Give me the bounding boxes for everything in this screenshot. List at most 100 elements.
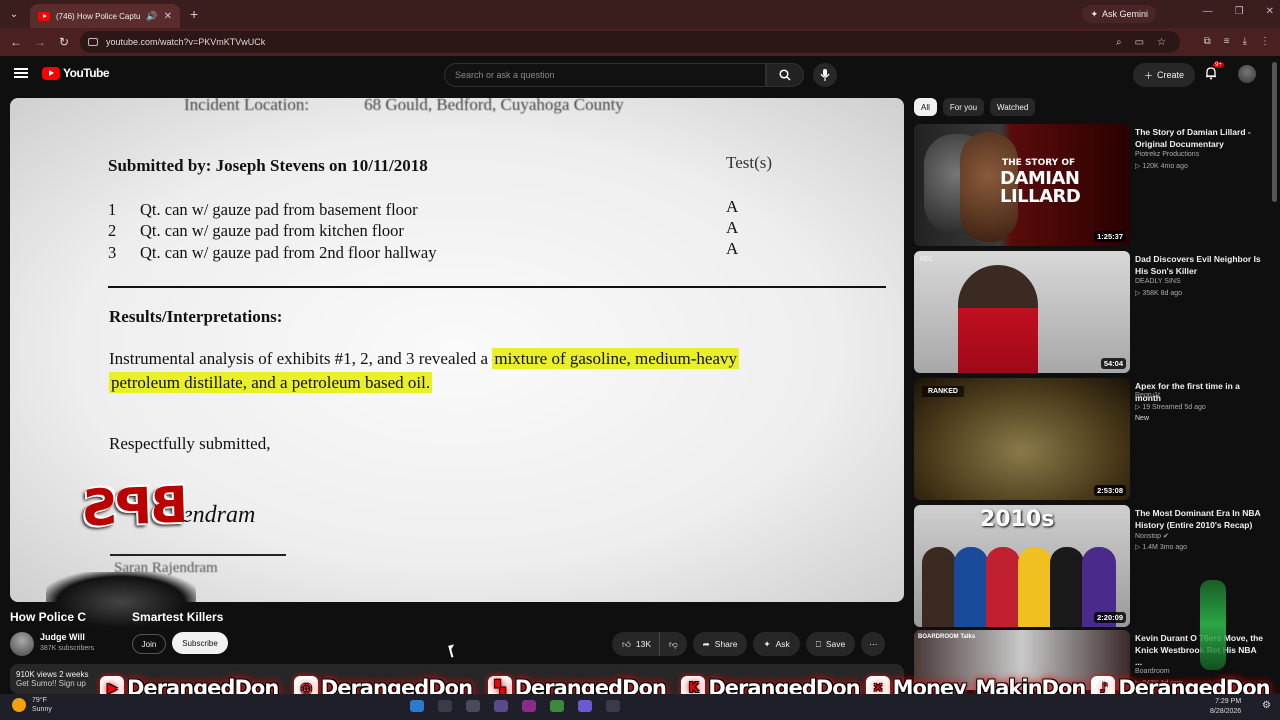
- recommended-channel[interactable]: Piotrekz Productions: [1135, 151, 1199, 158]
- new-tab-button[interactable]: +: [190, 6, 198, 22]
- chip-watched[interactable]: Watched: [990, 98, 1036, 116]
- cast-icon[interactable]: ▭: [1135, 37, 1144, 48]
- sidebar-scrollbar[interactable]: [1272, 62, 1277, 202]
- thumbs-up-icon: 👍︎: [622, 638, 631, 649]
- settings-gear-icon[interactable]: ⚙: [1262, 700, 1271, 711]
- doc-signature-line: [110, 554, 286, 556]
- doc-divider: [108, 286, 886, 288]
- recommended-meta: ▷ 120K 4mo ago: [1135, 163, 1188, 170]
- minimize-icon[interactable]: —: [1203, 6, 1213, 17]
- hamburger-menu-icon[interactable]: [14, 68, 28, 78]
- like-button[interactable]: 👍︎ 13K: [612, 632, 660, 656]
- save-button[interactable]: ⎕ Save: [805, 632, 856, 656]
- youtube-logo[interactable]: YouTube: [42, 66, 110, 80]
- channel-avatar[interactable]: [10, 632, 34, 656]
- recommended-video[interactable]: REC 54:04 Dad Discovers Evil Neighbor Is…: [914, 251, 1270, 373]
- recommended-channel[interactable]: DEADLY SINS: [1135, 278, 1181, 285]
- app-icon[interactable]: [606, 700, 620, 712]
- weather-widget[interactable]: 79°F Sunny: [12, 696, 52, 714]
- app-icon[interactable]: [494, 700, 508, 712]
- video-thumbnail[interactable]: RANKED 2:53:08: [914, 378, 1130, 500]
- recommended-title[interactable]: Dad Discovers Evil Neighbor Is His Son's…: [1135, 253, 1265, 277]
- chip-for-you[interactable]: For you: [942, 98, 985, 116]
- microphone-icon: [820, 69, 830, 81]
- subscribe-button[interactable]: Subscribe: [172, 632, 228, 654]
- menu-kebab-icon[interactable]: ⋮: [1260, 36, 1270, 47]
- url-field[interactable]: youtube.com/watch?v=PKVmKTVwUCk ⌕ ▭ ☆: [80, 31, 1180, 53]
- ask-gemini-button[interactable]: ✦ Ask Gemini: [1082, 5, 1156, 23]
- taskbar-clock[interactable]: 7:29 PM 8/28/2026: [1210, 697, 1241, 717]
- notifications-bell-icon[interactable]: [1204, 66, 1218, 85]
- chrome-icon[interactable]: [550, 700, 564, 712]
- close-window-icon[interactable]: ✕: [1266, 6, 1274, 17]
- recommended-title[interactable]: The Most Dominant Era In NBA History (En…: [1135, 507, 1265, 531]
- back-arrow-icon[interactable]: ←: [4, 35, 28, 49]
- forward-arrow-icon[interactable]: →: [28, 35, 52, 49]
- mouse-cursor: [448, 644, 456, 652]
- sun-icon: [12, 698, 26, 712]
- video-duration: 2:53:08: [1094, 485, 1126, 496]
- doc-item-text: Qt. can w/ gauze pad from basement floor: [140, 200, 418, 219]
- dislike-button[interactable]: 👎︎: [659, 632, 687, 656]
- recommended-title[interactable]: The Story of Damian Lillard - Original D…: [1135, 126, 1265, 150]
- reading-list-icon[interactable]: ≡: [1224, 36, 1230, 47]
- weather-condition: Sunny: [32, 706, 52, 713]
- app-icon[interactable]: [438, 700, 452, 712]
- video-thumbnail[interactable]: THE STORY OF DAMIAN LILLARD 1:25:37: [914, 124, 1130, 246]
- reload-icon[interactable]: ↻: [52, 35, 76, 49]
- voice-search-button[interactable]: [813, 63, 837, 87]
- browser-tab-active[interactable]: (746) How Police Captured 🔊 ✕: [30, 4, 180, 28]
- video-duration: 1:25:37: [1094, 231, 1126, 242]
- recommended-video[interactable]: THE STORY OF DAMIAN LILLARD 1:25:37 The …: [914, 124, 1270, 246]
- bookmark-star-icon[interactable]: ☆: [1157, 37, 1166, 48]
- download-icon[interactable]: ⤓: [1243, 36, 1247, 47]
- create-label: Create: [1157, 70, 1185, 80]
- taskbar-apps: [410, 700, 620, 712]
- file-explorer-icon[interactable]: [410, 700, 424, 712]
- thumbnail-player: [986, 547, 1020, 627]
- video-thumbnail[interactable]: REC 54:04: [914, 251, 1130, 373]
- extensions-icon[interactable]: ⧉: [1204, 36, 1211, 47]
- doc-item-test: A: [726, 197, 739, 216]
- doc-item: 1 Qt. can w/ gauze pad from basement floo…: [108, 200, 418, 220]
- video-thumbnail[interactable]: 2010s 2:20:09: [914, 505, 1130, 627]
- chip-all[interactable]: All: [914, 98, 937, 116]
- ask-button[interactable]: ✦ Ask: [753, 632, 800, 656]
- recommended-channel[interactable]: Reqru1t: [1135, 392, 1160, 399]
- app-icon[interactable]: [522, 700, 536, 712]
- video-title-start: How Police C: [10, 610, 87, 624]
- zoom-icon[interactable]: ⌕: [1116, 37, 1122, 48]
- share-button[interactable]: ➦ Share: [692, 632, 748, 656]
- channel-name[interactable]: Judge Will: [40, 632, 85, 642]
- thumbnail-player: [954, 547, 988, 627]
- share-label: Share: [714, 639, 738, 649]
- discord-icon[interactable]: [578, 700, 592, 712]
- app-icon[interactable]: [466, 700, 480, 712]
- ask-label: Ask: [775, 639, 790, 649]
- speaker-icon[interactable]: 🔊: [146, 11, 157, 22]
- filter-chips: All For you Watched: [914, 98, 1036, 116]
- site-info-icon[interactable]: [88, 38, 98, 46]
- doc-item-text: Qt. can w/ gauze pad from 2nd floor hall…: [140, 243, 437, 262]
- thumbnail-player: [922, 547, 956, 627]
- bookmark-icon: ⎕: [815, 638, 821, 649]
- url-actions: ⌕ ▭ ☆: [1116, 37, 1166, 48]
- thumbnail-brand-text: BOARDROOM Talks: [918, 634, 976, 640]
- doc-item-number: 3: [108, 243, 117, 262]
- create-button[interactable]: ＋ Create: [1133, 63, 1195, 87]
- account-avatar[interactable]: [1238, 65, 1256, 83]
- recommended-channel[interactable]: Nonstop ✔: [1135, 532, 1169, 540]
- thumbs-down-icon: 👎︎: [669, 638, 678, 649]
- search-input[interactable]: Search or ask a question: [444, 63, 766, 87]
- more-actions-button[interactable]: ⋯: [861, 632, 886, 656]
- restore-icon[interactable]: ❐: [1235, 6, 1244, 17]
- recommended-video[interactable]: RANKED 2:53:08 Apex for the first time i…: [914, 378, 1270, 500]
- doc-item-test: A: [726, 218, 739, 237]
- search-button[interactable]: [766, 63, 804, 87]
- tab-search-dropdown[interactable]: ⌄: [4, 4, 24, 24]
- join-button[interactable]: Join: [132, 634, 166, 654]
- new-badge: New: [1135, 415, 1150, 422]
- clock-time: 7:29 PM: [1215, 698, 1242, 705]
- close-tab-icon[interactable]: ✕: [164, 11, 172, 22]
- doc-results-heading: Results/Interpretations:: [109, 307, 283, 326]
